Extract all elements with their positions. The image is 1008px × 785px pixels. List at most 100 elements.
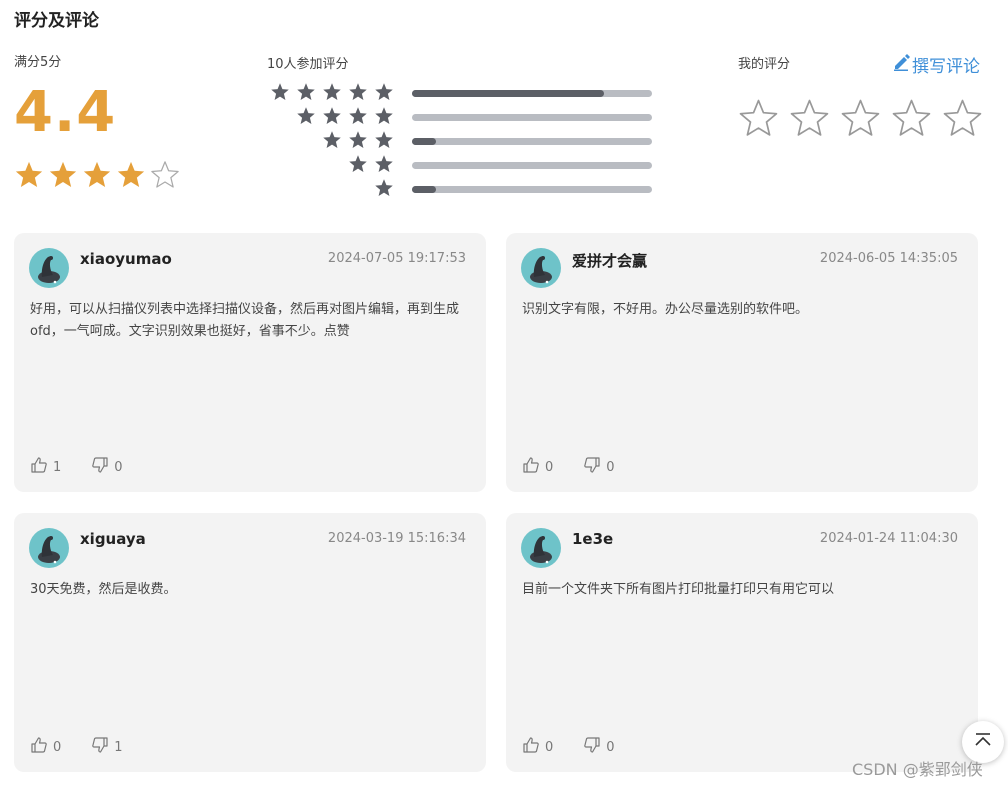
thumbs-up-icon	[522, 736, 540, 758]
star-filled-icon	[83, 161, 111, 187]
star-icon	[375, 179, 393, 196]
thumbs-up-icon	[522, 456, 540, 478]
star-filled-icon	[49, 161, 77, 187]
star-icon	[297, 107, 315, 124]
distribution-row	[266, 130, 656, 154]
average-stars	[14, 160, 180, 190]
my-rating-star-icon[interactable]	[891, 98, 932, 139]
distribution-row	[266, 106, 656, 130]
review-user-name[interactable]: 1e3e	[572, 530, 613, 548]
my-rating-star-icon[interactable]	[789, 98, 830, 139]
write-review-button[interactable]: 撰写评论	[892, 52, 980, 77]
thumbs-down-icon	[583, 736, 601, 758]
review-content: 识别文字有限，不好用。办公尽量选别的软件吧。	[522, 302, 809, 317]
star-icon	[349, 131, 367, 148]
star-icon	[349, 107, 367, 124]
review-content: 目前一个文件夹下所有图片打印批量打印只有用它可以	[522, 582, 835, 597]
review-content: 好用，可以从扫描仪列表中选择扫描仪设备，然后再对图片编辑，再到生成ofd，一气呵…	[30, 302, 460, 339]
star-icon	[349, 155, 367, 172]
star-icon	[323, 107, 341, 124]
my-rating-star-icon[interactable]	[942, 98, 983, 139]
star-icon	[323, 83, 341, 100]
star-icon	[375, 107, 393, 124]
like-count: 1	[53, 459, 62, 475]
star-filled-icon	[15, 161, 43, 187]
avatar[interactable]	[29, 248, 69, 288]
star-filled-icon	[117, 161, 145, 187]
my-rating-star-icon[interactable]	[738, 98, 779, 139]
review-actions: 00	[522, 456, 615, 478]
review-card: 1e3e 2024-01-24 11:04:30 目前一个文件夹下所有图片打印批量打…	[506, 513, 978, 772]
avatar[interactable]	[29, 528, 69, 568]
watermark: CSDN @紫郢剑侠	[852, 760, 983, 779]
like-button[interactable]: 0	[522, 736, 553, 758]
review-card: xiaoyumao 2024-07-05 19:17:53 好用，可以从扫描仪列表中…	[14, 233, 486, 492]
avatar[interactable]	[521, 248, 561, 288]
like-button[interactable]: 0	[522, 456, 553, 478]
distribution-bar	[412, 114, 652, 121]
star-icon	[271, 83, 289, 100]
distribution-bar-fill	[412, 186, 436, 193]
review-date: 2024-01-24 11:04:30	[819, 531, 958, 546]
distribution-stars	[322, 130, 394, 150]
my-rating-star-icon[interactable]	[840, 98, 881, 139]
review-content: 30天免费，然后是收费。	[30, 582, 177, 597]
star-icon	[323, 131, 341, 148]
dislike-count: 0	[114, 459, 123, 475]
review-user-name[interactable]: xiguaya	[80, 530, 146, 548]
dislike-count: 0	[606, 459, 615, 475]
avatar[interactable]	[521, 528, 561, 568]
star-icon	[349, 83, 367, 100]
dislike-count: 0	[606, 739, 615, 755]
like-button[interactable]: 0	[30, 736, 61, 758]
pencil-icon	[892, 53, 910, 76]
dislike-button[interactable]: 0	[583, 736, 615, 758]
section-title: 评分及评论	[14, 11, 99, 31]
star-empty-icon	[151, 161, 179, 188]
chevron-up-icon	[973, 732, 993, 752]
star-icon	[297, 83, 315, 100]
review-actions: 01	[30, 736, 123, 758]
review-date: 2024-03-19 15:16:34	[327, 531, 466, 546]
like-button[interactable]: 1	[30, 456, 61, 478]
star-icon	[375, 131, 393, 148]
like-count: 0	[545, 459, 554, 475]
distribution-bar	[412, 186, 652, 193]
review-user-name[interactable]: xiaoyumao	[80, 250, 172, 268]
dislike-count: 1	[114, 739, 123, 755]
like-count: 0	[53, 739, 62, 755]
distribution-bar	[412, 162, 652, 169]
dislike-button[interactable]: 0	[91, 456, 123, 478]
thumbs-down-icon	[91, 736, 109, 758]
dislike-button[interactable]: 1	[91, 736, 123, 758]
thumbs-up-icon	[30, 736, 48, 758]
distribution-stars	[270, 82, 394, 102]
full-score-label: 满分5分	[14, 55, 62, 70]
write-review-label: 撰写评论	[912, 57, 980, 77]
review-actions: 00	[522, 736, 615, 758]
distribution-bar	[412, 90, 652, 97]
dislike-button[interactable]: 0	[583, 456, 615, 478]
participants-label: 10人参加评分	[267, 57, 349, 72]
distribution-bar-fill	[412, 90, 604, 97]
star-icon	[375, 155, 393, 172]
distribution-stars	[296, 106, 394, 126]
distribution-bar-fill	[412, 138, 436, 145]
distribution-bar	[412, 138, 652, 145]
distribution-row	[266, 154, 656, 178]
thumbs-down-icon	[91, 456, 109, 478]
average-score: 4.4	[14, 80, 117, 145]
thumbs-up-icon	[30, 456, 48, 478]
distribution-row	[266, 82, 656, 106]
review-card: 爱拼才会赢 2024-06-05 14:35:05 识别文字有限，不好用。办公尽量选…	[506, 233, 978, 492]
thumbs-down-icon	[583, 456, 601, 478]
review-user-name[interactable]: 爱拼才会赢	[572, 250, 647, 271]
like-count: 0	[545, 739, 554, 755]
distribution-stars	[348, 154, 394, 174]
distribution-stars	[374, 178, 394, 198]
my-rating-stars[interactable]	[738, 98, 983, 139]
review-card: xiguaya 2024-03-19 15:16:34 30天免费，然后是收费。 0 1	[14, 513, 486, 772]
distribution-row	[266, 178, 656, 202]
my-rating-label: 我的评分	[738, 57, 791, 72]
review-actions: 10	[30, 456, 123, 478]
